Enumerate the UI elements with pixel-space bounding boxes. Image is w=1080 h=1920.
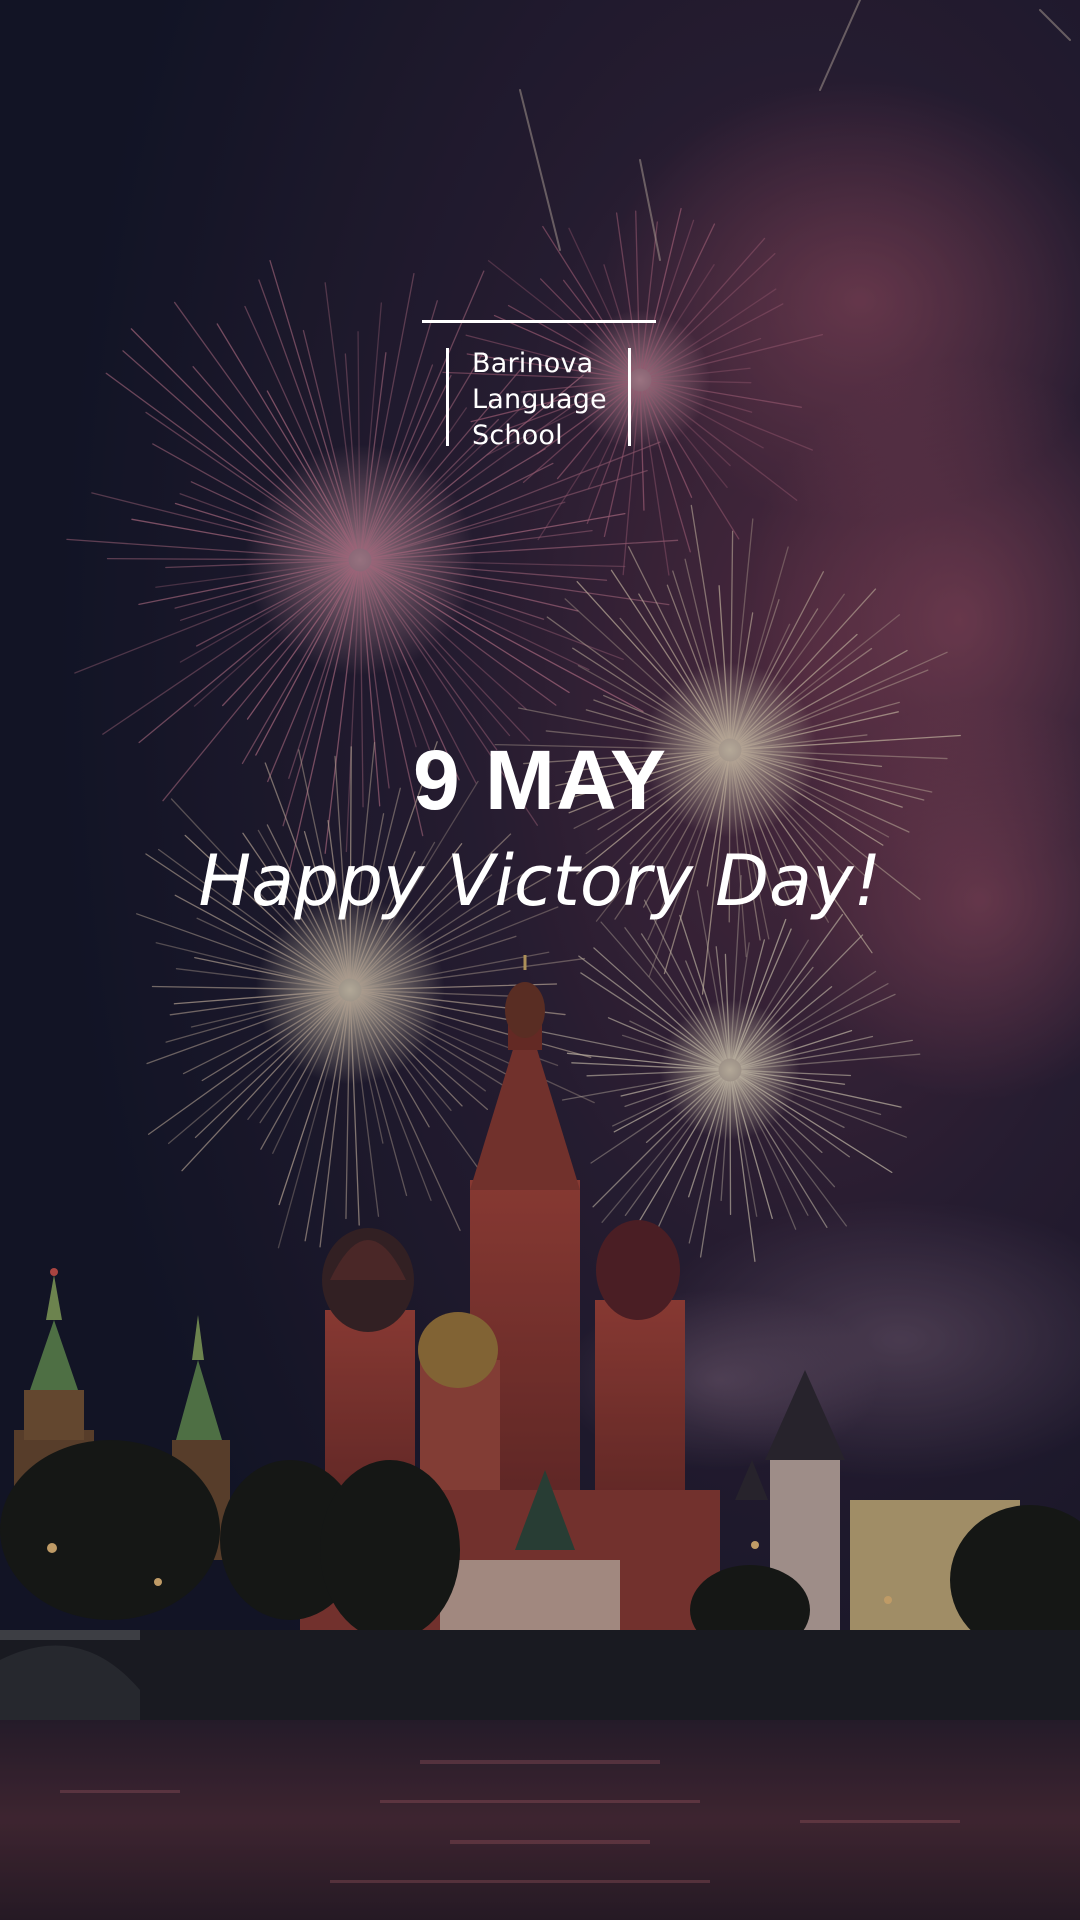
dark-overlay (0, 0, 1080, 1920)
logo-top-rule (422, 320, 656, 323)
logo-left-rule (446, 348, 449, 446)
logo-line-1: Barinova (472, 348, 594, 379)
school-logo: Barinova Language School (422, 320, 656, 451)
victory-day-poster: Barinova Language School 9 MAY Happy Vic… (0, 0, 1080, 1920)
greeting-text: Happy Victory Day! (198, 840, 882, 922)
logo-line-3: School (472, 420, 563, 451)
logo-line-2: Language (472, 384, 607, 415)
logo-right-rule (628, 348, 631, 446)
logo-text: Barinova Language School (472, 346, 622, 454)
date-heading: 9 MAY (412, 733, 667, 827)
